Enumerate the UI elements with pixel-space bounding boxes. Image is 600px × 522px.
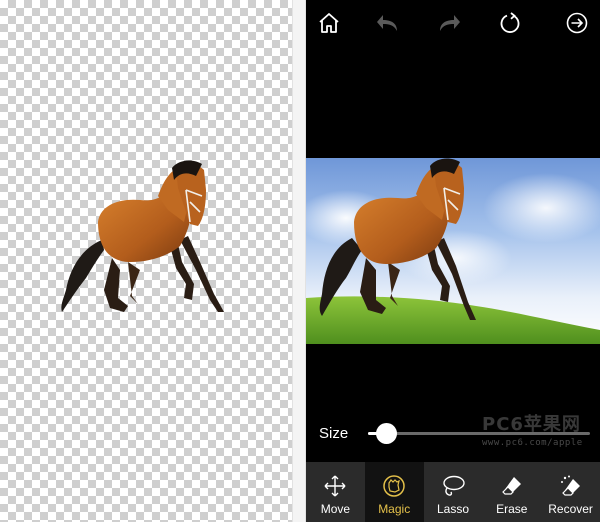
redo-button[interactable] <box>434 8 464 38</box>
photo-horse <box>319 158 476 320</box>
move-icon <box>324 475 346 497</box>
tool-label: Lasso <box>436 502 469 516</box>
size-label: Size <box>319 425 349 442</box>
tool-label: Erase <box>496 502 528 516</box>
undo-button[interactable] <box>373 8 403 38</box>
redo-icon <box>440 15 460 31</box>
home-button[interactable] <box>314 8 344 38</box>
tool-recover[interactable]: Recover <box>541 462 600 522</box>
tool-bar: Move Magic Lasso Erase Recover <box>306 462 600 522</box>
tool-label: Magic <box>378 502 411 516</box>
transparent-canvas <box>0 0 292 522</box>
reset-button[interactable] <box>495 8 525 38</box>
photo-preview[interactable] <box>306 158 600 344</box>
size-slider-knob[interactable] <box>375 423 397 444</box>
cutout-horse-image <box>61 160 224 312</box>
horse-figure <box>61 160 224 312</box>
tool-label: Move <box>320 502 351 516</box>
top-toolbar <box>306 0 600 46</box>
next-arrow-icon <box>566 12 588 34</box>
lasso-icon <box>443 475 465 496</box>
tool-erase[interactable]: Erase <box>482 462 541 522</box>
editor-screen: PC6苹果网 www.pc6.com/apple Size Move Magic <box>306 0 600 522</box>
tool-magic[interactable]: Magic <box>364 462 424 522</box>
tool-label: Recover <box>548 502 593 516</box>
panel-divider <box>292 0 306 522</box>
reset-icon <box>500 12 520 33</box>
tool-lasso[interactable]: Lasso <box>424 462 483 522</box>
recover-icon <box>560 475 580 496</box>
next-button[interactable] <box>562 8 592 38</box>
magic-icon <box>383 475 405 497</box>
tool-move[interactable]: Move <box>306 462 365 522</box>
undo-icon <box>377 15 397 31</box>
erase-icon <box>501 477 521 495</box>
size-slider[interactable] <box>368 423 590 444</box>
brush-size-row: Size <box>306 418 600 448</box>
home-icon <box>319 13 339 33</box>
